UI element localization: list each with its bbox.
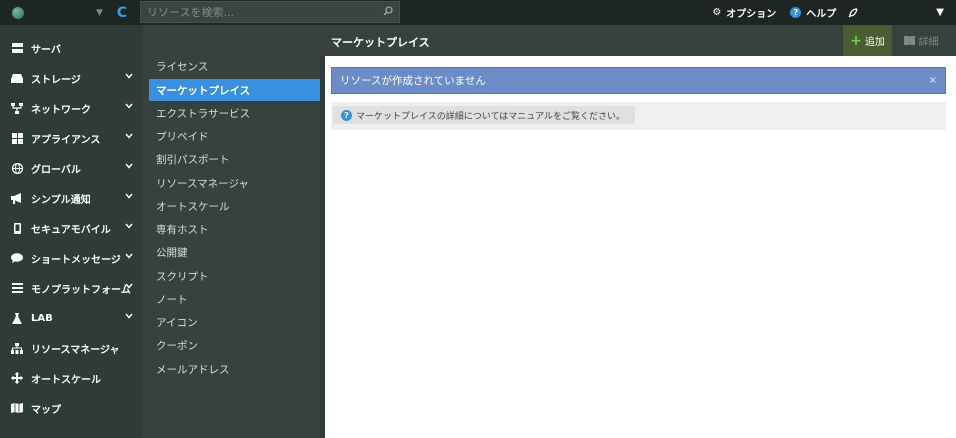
arrows-icon bbox=[11, 372, 23, 384]
search-input[interactable] bbox=[141, 5, 371, 19]
chevron-down-icon bbox=[125, 163, 133, 169]
top-bar: ▼ C ⚙ オプション ? ヘルプ ▼ bbox=[0, 0, 956, 25]
nav-item-network[interactable]: ネットワーク bbox=[0, 93, 143, 123]
sub-nav-item-note[interactable]: ノート bbox=[149, 288, 320, 310]
feather-icon[interactable] bbox=[848, 7, 858, 18]
nav-item-short-message[interactable]: ショートメッセージ bbox=[0, 243, 143, 273]
search-box bbox=[140, 1, 400, 23]
sub-nav-item-prepaid[interactable]: プリペイド bbox=[149, 125, 320, 147]
nav-item-auto-scale[interactable]: オートスケール bbox=[0, 363, 143, 393]
sub-nav-item-icon[interactable]: アイコン bbox=[149, 311, 320, 333]
mobile-icon bbox=[11, 222, 23, 234]
nav-item-mono-platform[interactable]: モノプラットフォーム bbox=[0, 273, 143, 303]
sub-nav-item-dedicated-host[interactable]: 専有ホスト bbox=[149, 218, 320, 240]
nav-item-map[interactable]: マップ bbox=[0, 393, 143, 423]
chevron-down-icon bbox=[125, 73, 133, 79]
option-link[interactable]: ⚙ オプション bbox=[712, 5, 776, 20]
sub-nav-item-coupon[interactable]: クーポン bbox=[149, 334, 320, 356]
sub-nav-item-extra-service[interactable]: エクストラサービス bbox=[149, 102, 320, 124]
nav-item-simple-notification[interactable]: シンプル通知 bbox=[0, 183, 143, 213]
nav-item-label: リソースマネージャ bbox=[31, 344, 120, 356]
user-menu-caret-icon[interactable]: ▼ bbox=[936, 7, 944, 18]
nav-item-label: サーバ bbox=[31, 44, 61, 56]
nav-item-label: セキュアモバイル bbox=[31, 224, 111, 236]
layers-icon bbox=[11, 282, 23, 294]
option-label: オプション bbox=[726, 9, 777, 20]
sub-nav-item-script[interactable]: スクリプト bbox=[149, 265, 320, 287]
chevron-down-icon bbox=[125, 133, 133, 139]
plus-icon: + bbox=[850, 32, 862, 49]
server-icon bbox=[11, 42, 23, 54]
nav-item-resource-manager[interactable]: リソースマネージャ bbox=[0, 333, 143, 363]
page-title: マーケットプレイス bbox=[331, 36, 430, 49]
refresh-icon[interactable]: C bbox=[117, 6, 127, 20]
add-button[interactable]: + 追加 bbox=[843, 25, 892, 56]
help-link[interactable]: ? ヘルプ bbox=[790, 5, 836, 20]
nav-item-label: アプライアンス bbox=[31, 134, 101, 146]
nav-item-label: マップ bbox=[31, 404, 61, 416]
sub-nav: ライセンス マーケットプレイス エクストラサービス プリペイド 割引パスポート … bbox=[143, 25, 320, 438]
globe-icon bbox=[12, 6, 24, 19]
help-icon: ? bbox=[790, 7, 802, 18]
sitemap-icon bbox=[11, 342, 23, 354]
info-bar: ? マーケットプレイスの詳細についてはマニュアルをご覧ください。 bbox=[331, 102, 946, 130]
caret-down-icon: ▼ bbox=[96, 7, 103, 18]
storage-icon bbox=[11, 72, 23, 84]
empty-notice: リソースが作成されていません × bbox=[331, 67, 946, 94]
notice-text: リソースが作成されていません bbox=[340, 75, 486, 87]
chevron-down-icon bbox=[125, 223, 133, 229]
nav-item-label: モノプラットフォーム bbox=[31, 284, 131, 296]
nav-item-server[interactable]: サーバ bbox=[0, 33, 143, 63]
sub-nav-item-marketplace[interactable]: マーケットプレイス bbox=[149, 79, 320, 101]
chevron-down-icon bbox=[125, 193, 133, 199]
zone-name bbox=[38, 11, 94, 15]
nav-item-global[interactable]: グローバル bbox=[0, 153, 143, 183]
map-icon bbox=[11, 402, 23, 414]
network-icon bbox=[11, 102, 23, 114]
nav-item-label: ネットワーク bbox=[31, 104, 91, 116]
nav-item-appliance[interactable]: アプライアンス bbox=[0, 123, 143, 153]
add-button-label: 追加 bbox=[864, 37, 885, 48]
nav-item-label: LAB bbox=[31, 312, 53, 324]
megaphone-icon bbox=[11, 192, 23, 204]
sub-nav-item-auto-scale[interactable]: オートスケール bbox=[149, 195, 320, 217]
close-icon[interactable]: × bbox=[929, 75, 937, 86]
nav-item-lab[interactable]: LAB bbox=[0, 303, 143, 333]
info-text: マーケットプレイスの詳細についてはマニュアルをご覧ください。 bbox=[356, 111, 626, 122]
sub-nav-item-discount-passport[interactable]: 割引パスポート bbox=[149, 148, 320, 170]
appliance-icon bbox=[11, 132, 23, 144]
nav-item-label: グローバル bbox=[31, 164, 81, 176]
detail-button[interactable]: 詳細 bbox=[896, 25, 946, 56]
main-header: マーケットプレイス + 追加 詳細 bbox=[320, 25, 956, 56]
chevron-down-icon bbox=[125, 103, 133, 109]
nav-item-label: ストレージ bbox=[31, 74, 81, 86]
chat-icon bbox=[11, 252, 23, 264]
nav-item-label: オートスケール bbox=[31, 374, 101, 386]
help-icon: ? bbox=[341, 109, 352, 121]
zone-selector[interactable]: ▼ C bbox=[0, 0, 138, 25]
nav-item-label: シンプル通知 bbox=[31, 194, 91, 206]
main-content: リソースが作成されていません × ? マーケットプレイスの詳細についてはマニュア… bbox=[325, 56, 956, 438]
chevron-down-icon bbox=[125, 253, 133, 259]
detail-button-label: 詳細 bbox=[918, 37, 939, 48]
globe-icon bbox=[11, 162, 23, 174]
flask-icon bbox=[11, 312, 23, 324]
help-label: ヘルプ bbox=[806, 9, 837, 20]
nav-item-secure-mobile[interactable]: セキュアモバイル bbox=[0, 213, 143, 243]
nav-item-storage[interactable]: ストレージ bbox=[0, 63, 143, 93]
sub-nav-item-public-key[interactable]: 公開鍵 bbox=[149, 241, 320, 263]
left-nav: サーバ ストレージ ネットワーク アプライアンス グローバル シンプル通知 セキ… bbox=[0, 25, 143, 438]
sub-nav-item-resource-manager[interactable]: リソースマネージャ bbox=[149, 172, 320, 194]
sub-nav-item-license[interactable]: ライセンス bbox=[149, 55, 320, 77]
sub-nav-item-email-address[interactable]: メールアドレス bbox=[149, 358, 320, 380]
gear-icon: ⚙ bbox=[712, 7, 722, 18]
book-icon bbox=[903, 36, 915, 45]
chevron-down-icon bbox=[125, 313, 133, 319]
manual-info: ? マーケットプレイスの詳細についてはマニュアルをご覧ください。 bbox=[333, 106, 636, 124]
chevron-down-icon bbox=[125, 283, 133, 289]
top-right-menu: ⚙ オプション ? ヘルプ ▼ bbox=[712, 0, 956, 25]
nav-item-label: ショートメッセージ bbox=[31, 254, 121, 266]
search-icon[interactable] bbox=[383, 6, 393, 16]
